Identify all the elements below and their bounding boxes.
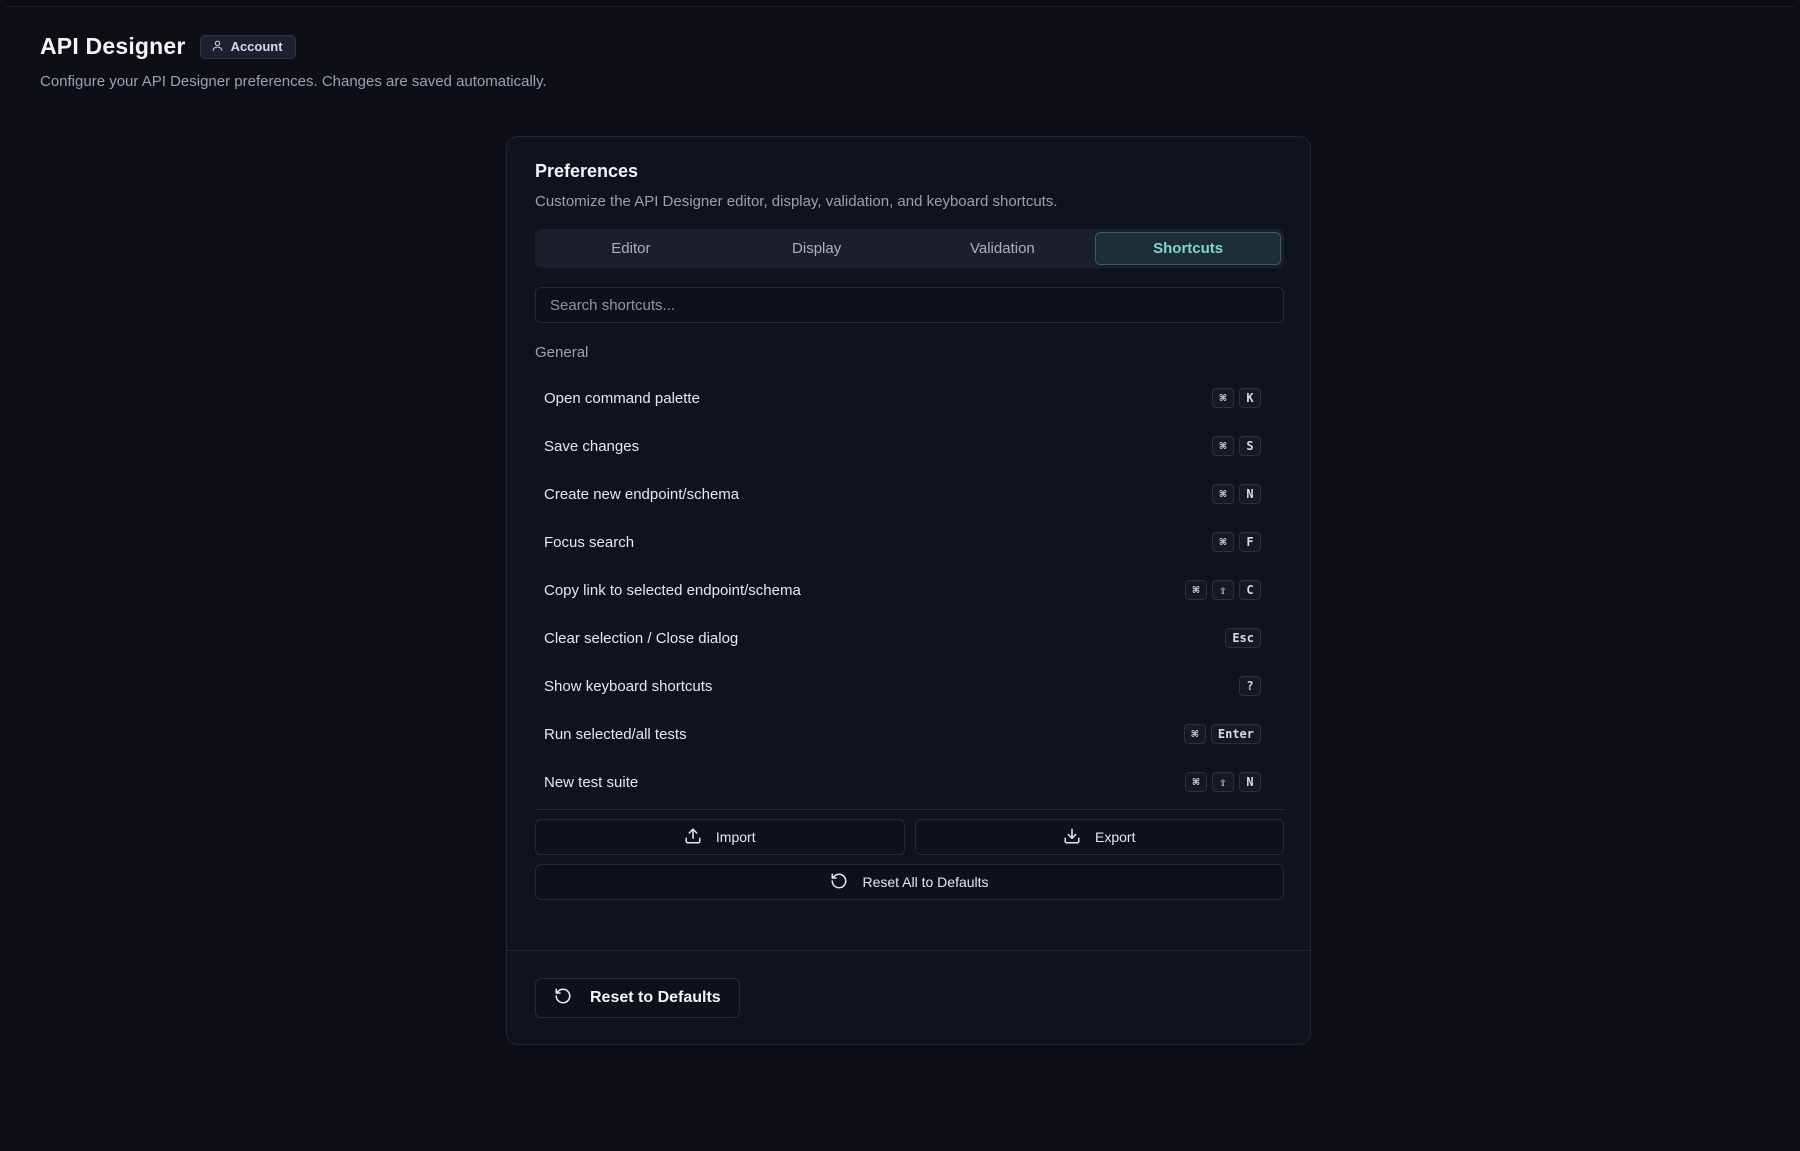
- key-cap: ⌘: [1212, 484, 1234, 504]
- shortcut-label: Show keyboard shortcuts: [544, 677, 713, 695]
- key-cap: K: [1239, 388, 1261, 408]
- key-cap: ⌘: [1185, 580, 1207, 600]
- shortcut-label: Save changes: [544, 437, 640, 455]
- divider: [535, 809, 1284, 810]
- card-title: Preferences: [535, 161, 639, 181]
- shortcut-keys: ⌘ Enter: [1183, 724, 1261, 744]
- shortcut-label: Clear selection / Close dialog: [544, 629, 739, 647]
- shortcut-keys: ?: [1239, 676, 1261, 696]
- reset-all-button[interactable]: Reset All to Defaults: [535, 864, 1284, 900]
- shortcut-keys: ⌘ K: [1212, 388, 1261, 408]
- key-cap: S: [1239, 436, 1261, 456]
- key-cap: C: [1239, 580, 1261, 600]
- app-title: API Designer: [40, 33, 186, 59]
- key-cap: ⇧: [1212, 580, 1234, 600]
- shortcut-row[interactable]: Clear selection / Close dialog Esc: [535, 614, 1284, 662]
- account-button[interactable]: Account: [199, 34, 296, 59]
- shortcut-row[interactable]: Run selected/all tests ⌘ Enter: [535, 710, 1284, 758]
- shortcut-keys: ⌘ ⇧ C: [1185, 580, 1261, 600]
- shortcut-list: Open command palette ⌘ K Save changes ⌘ S Crea…: [535, 374, 1284, 806]
- reset-to-defaults-button[interactable]: Reset to Defaults: [535, 978, 740, 1018]
- key-cap: N: [1239, 772, 1261, 792]
- export-button[interactable]: Export: [914, 819, 1284, 855]
- key-cap: Enter: [1210, 724, 1261, 744]
- shortcut-keys: Esc: [1225, 628, 1261, 648]
- shortcut-row[interactable]: Show keyboard shortcuts?: [535, 662, 1284, 710]
- import-button[interactable]: Import: [535, 819, 905, 855]
- shortcut-keys: ⌘ ⇧ N: [1185, 772, 1261, 792]
- search-shortcuts-input[interactable]: [535, 287, 1284, 323]
- page-header: API Designer Account Configure your API …: [40, 33, 547, 90]
- shortcut-row[interactable]: New test suite ⌘ ⇧ N: [535, 758, 1284, 806]
- shortcut-label: Copy link to selected endpoint/schema: [544, 581, 801, 599]
- key-cap: ⌘: [1212, 532, 1234, 552]
- shortcut-row[interactable]: Create new endpoint/schema ⌘ N: [535, 470, 1284, 518]
- shortcut-keys: ⌘ F: [1212, 532, 1261, 552]
- key-cap: ⇧: [1212, 772, 1234, 792]
- title-row: API Designer Account: [40, 33, 547, 60]
- key-cap: Esc: [1225, 628, 1261, 648]
- reset-to-defaults-label: Reset to Defaults: [590, 989, 721, 1006]
- account-label: Account: [230, 39, 283, 54]
- key-cap: ⌘: [1185, 772, 1207, 792]
- user-icon: [211, 39, 224, 55]
- rotate-ccw-icon: [554, 987, 572, 1010]
- shortcut-keys: ⌘ N: [1212, 484, 1261, 504]
- shortcut-label: Create new endpoint/schema: [544, 485, 740, 503]
- shortcut-label: Focus search: [544, 533, 635, 551]
- import-label: Import: [715, 829, 756, 845]
- download-icon: [1063, 827, 1081, 848]
- app-frame: API Designer Account Configure your API …: [6, 6, 1794, 1145]
- key-cap: ⌘: [1212, 436, 1234, 456]
- shortcut-label: New test suite: [544, 773, 639, 791]
- preferences-tabs: Editor Display Validation Shortcuts: [535, 229, 1284, 268]
- key-cap: ⌘: [1183, 724, 1206, 744]
- reset-all-label: Reset All to Defaults: [862, 874, 989, 890]
- upload-icon: [684, 827, 702, 848]
- preferences-content: Preferences Customize the API Designer e…: [535, 161, 1284, 900]
- shortcut-row[interactable]: Copy link to selected endpoint/schema ⌘ ⇧ C: [535, 566, 1284, 614]
- key-cap: ⌘: [1212, 388, 1234, 408]
- key-cap: ?: [1239, 676, 1261, 696]
- card-footer-divider: [507, 950, 1310, 951]
- export-label: Export: [1095, 829, 1136, 845]
- shortcut-row[interactable]: Open command palette ⌘ K: [535, 374, 1284, 422]
- card-description: Customize the API Designer editor, displ…: [535, 193, 1058, 210]
- tab-shortcuts[interactable]: Shortcuts: [1095, 232, 1281, 265]
- shortcut-row[interactable]: Save changes ⌘ S: [535, 422, 1284, 470]
- shortcut-row[interactable]: Focus search ⌘ F: [535, 518, 1284, 566]
- preferences-card: Preferences Customize the API Designer e…: [506, 136, 1311, 1045]
- tab-display[interactable]: Display: [724, 232, 910, 265]
- shortcut-label: Open command palette: [544, 389, 700, 407]
- shortcut-keys: ⌘ S: [1212, 436, 1261, 456]
- group-label-general: General: [535, 344, 589, 361]
- import-export-row: Import Export: [535, 819, 1284, 855]
- page-subtitle: Configure your API Designer preferences.…: [40, 73, 547, 90]
- rotate-ccw-icon: [830, 872, 848, 893]
- tab-editor[interactable]: Editor: [538, 232, 724, 265]
- key-cap: F: [1239, 532, 1261, 552]
- key-cap: N: [1239, 484, 1261, 504]
- tab-validation[interactable]: Validation: [910, 232, 1096, 265]
- shortcut-label: Run selected/all tests: [544, 725, 687, 743]
